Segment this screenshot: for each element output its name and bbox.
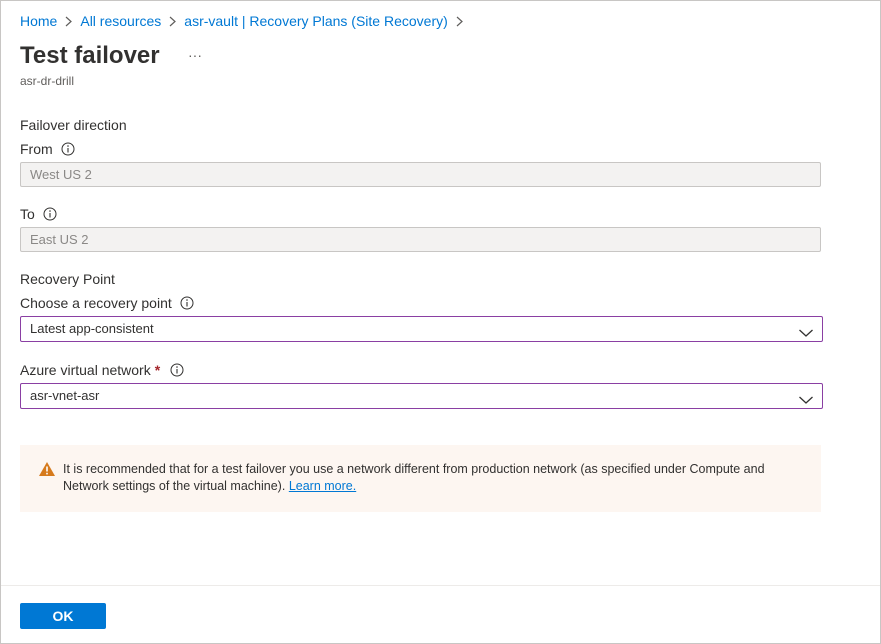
footer-divider [1,585,880,586]
ok-button[interactable]: OK [20,603,106,629]
to-region-field: East US 2 [20,227,821,252]
recovery-point-heading: Recovery Point [20,271,115,287]
info-icon[interactable] [43,207,57,221]
recovery-point-label: Choose a recovery point [20,295,172,311]
breadcrumb-all-resources[interactable]: All resources [80,13,161,29]
virtual-network-value: asr-vnet-asr [30,388,100,403]
page-title: Test failover [20,42,160,69]
to-label: To [20,206,35,222]
virtual-network-dropdown[interactable]: asr-vnet-asr [20,383,823,409]
info-icon[interactable] [61,142,75,156]
breadcrumb-recovery-plans[interactable]: asr-vault | Recovery Plans (Site Recover… [184,13,448,29]
required-indicator: * [154,362,161,378]
from-label: From [20,141,53,157]
virtual-network-label: Azure virtual network [20,362,151,378]
learn-more-link[interactable]: Learn more. [289,479,356,493]
page-subtitle: asr-dr-drill [20,74,74,88]
test-failover-blade: Home All resources asr-vault | Recovery … [0,0,881,644]
chevron-right-icon [169,16,177,27]
chevron-right-icon [65,16,73,27]
info-icon[interactable] [180,296,194,310]
breadcrumb: Home All resources asr-vault | Recovery … [20,11,471,31]
recovery-point-value: Latest app-consistent [30,321,154,336]
more-options-button[interactable]: ··· [187,45,203,65]
info-icon[interactable] [170,363,184,377]
warning-text: It is recommended that for a test failov… [63,462,765,493]
warning-message: It is recommended that for a test failov… [63,461,808,495]
recovery-point-label-row: Choose a recovery point [20,295,194,311]
chevron-right-icon [456,16,463,27]
warning-banner: It is recommended that for a test failov… [20,445,821,512]
from-label-row: From [20,141,75,157]
from-region-field: West US 2 [20,162,821,187]
failover-direction-heading: Failover direction [20,117,127,133]
recovery-point-dropdown[interactable]: Latest app-consistent [20,316,823,342]
chevron-down-icon [798,390,814,404]
virtual-network-label-row: Azure virtual network * [20,362,184,378]
chevron-down-icon [798,323,814,337]
breadcrumb-home[interactable]: Home [20,13,57,29]
to-label-row: To [20,206,57,222]
warning-icon [38,461,56,477]
